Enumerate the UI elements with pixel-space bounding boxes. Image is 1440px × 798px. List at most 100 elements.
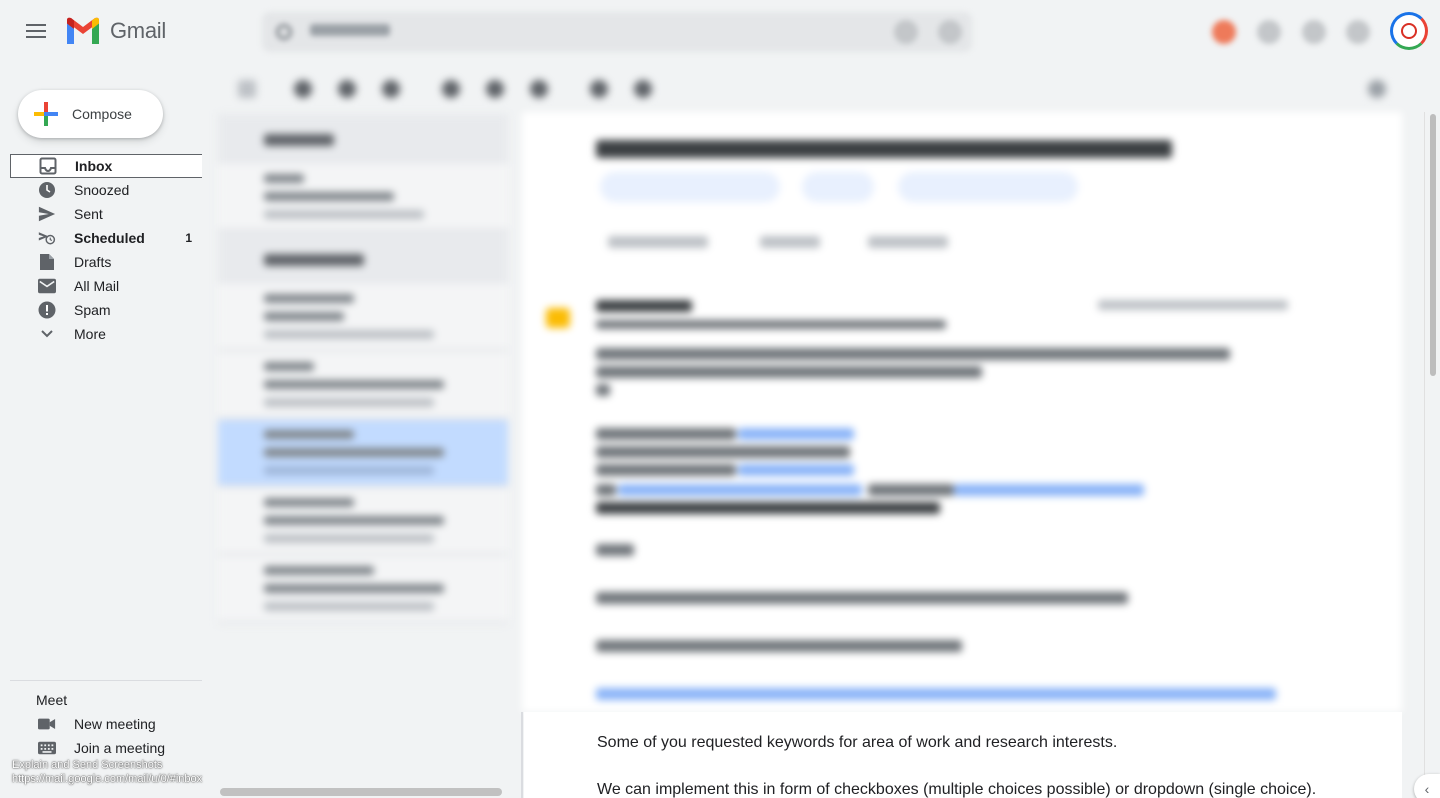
mail-toolbar	[230, 76, 1400, 100]
gmail-m-icon	[67, 17, 99, 44]
main-menu-icon[interactable]	[24, 20, 48, 44]
sidebar-item-label: Inbox	[75, 158, 113, 174]
email-body-line: We can implement this in form of checkbo…	[597, 781, 1317, 798]
avatar-icon	[1401, 23, 1417, 39]
search-input[interactable]	[262, 12, 972, 52]
inbox-icon	[39, 157, 57, 175]
email-date	[1098, 300, 1288, 310]
chevron-left-icon: ‹	[1424, 781, 1430, 797]
status-overlay: Explain and Send Screenshots https://mai…	[12, 758, 202, 786]
sender-address	[596, 320, 946, 329]
sidebar-item-label: Spam	[74, 302, 111, 318]
status-url: https://mail.google.com/mail/u/0/#inbox	[12, 773, 203, 785]
list-horizontal-scrollbar[interactable]	[220, 786, 502, 798]
join-meeting-label: Join a meeting	[74, 740, 166, 756]
top-bar: Gmail	[0, 0, 1440, 64]
snooze-icon[interactable]	[486, 80, 504, 98]
archive-icon[interactable]	[294, 80, 312, 98]
sidebar-item-spam[interactable]: Spam	[10, 298, 202, 322]
list-item[interactable]	[218, 488, 508, 554]
label-icon[interactable]	[634, 80, 652, 98]
sidebar-nav: Inbox Snoozed Sent Scheduled 1 Drafts Al…	[10, 154, 202, 346]
list-item[interactable]	[218, 352, 508, 418]
add-task-icon[interactable]	[530, 80, 548, 98]
draft-icon	[38, 253, 56, 271]
list-item[interactable]	[218, 164, 508, 230]
plus-icon	[34, 102, 58, 126]
list-item[interactable]	[218, 556, 508, 622]
reply-button[interactable]	[760, 236, 820, 248]
gmail-logo[interactable]: Gmail	[64, 16, 166, 46]
sidebar-item-snoozed[interactable]: Snoozed	[10, 178, 202, 202]
sidebar-item-label: Sent	[74, 206, 103, 222]
star-icon[interactable]	[546, 308, 570, 328]
apps-icon[interactable]	[1346, 20, 1370, 44]
meet-divider	[10, 680, 202, 681]
smart-reply-chip[interactable]	[600, 172, 780, 202]
smart-reply-chip[interactable]	[802, 172, 874, 202]
settings-icon[interactable]	[1302, 20, 1326, 44]
side-panel-toggle[interactable]: ‹	[1414, 774, 1440, 798]
input-tools-icon[interactable]	[1368, 80, 1386, 98]
list-item-selected[interactable]	[218, 420, 508, 486]
smart-reply-chip[interactable]	[898, 172, 1078, 202]
video-camera-icon	[38, 715, 56, 733]
search-options-icon[interactable]	[938, 20, 962, 44]
pane-divider	[521, 712, 523, 798]
sidebar-item-sent[interactable]: Sent	[10, 202, 202, 226]
meet-title: Meet	[36, 692, 68, 708]
blurred-header-controls	[262, 12, 1440, 52]
sender-name	[596, 300, 692, 312]
reply-all-button[interactable]	[608, 236, 708, 248]
sidebar-item-more[interactable]: More	[10, 322, 202, 346]
scrollbar-thumb[interactable]	[1430, 114, 1436, 376]
scheduled-send-icon	[38, 229, 56, 247]
compose-button[interactable]: Compose	[18, 90, 163, 138]
email-link[interactable]	[596, 688, 1276, 700]
list-item[interactable]	[218, 284, 508, 350]
forward-button[interactable]	[868, 236, 948, 248]
scheduled-count-badge: 1	[185, 231, 192, 245]
clock-icon	[38, 181, 56, 199]
message-list	[218, 114, 508, 624]
report-spam-icon[interactable]	[338, 80, 356, 98]
scrollbar-thumb[interactable]	[220, 788, 502, 796]
spam-icon	[38, 301, 56, 319]
select-all-checkbox[interactable]	[238, 80, 256, 98]
new-meeting-button[interactable]: New meeting	[10, 712, 202, 736]
send-icon	[38, 205, 56, 223]
extension-caption: Explain and Send Screenshots	[12, 759, 163, 771]
sidebar-item-drafts[interactable]: Drafts	[10, 250, 202, 274]
support-icon[interactable]	[1257, 20, 1281, 44]
sidebar-item-label: Snoozed	[74, 182, 130, 198]
email-body-visible: Some of you requested keywords for area …	[524, 712, 1402, 798]
search-icon	[276, 24, 292, 40]
sidebar-item-label: More	[74, 326, 106, 342]
status-icon[interactable]	[1212, 20, 1236, 44]
delete-icon[interactable]	[382, 80, 400, 98]
sidebar-item-label: All Mail	[74, 278, 120, 294]
section-header-starred[interactable]	[228, 128, 498, 152]
app-name: Gmail	[110, 18, 166, 43]
sidebar-item-label: Drafts	[74, 254, 112, 270]
new-meeting-label: New meeting	[74, 716, 156, 732]
account-avatar[interactable]	[1390, 12, 1428, 50]
reading-pane-scrollbar[interactable]	[1424, 112, 1440, 798]
mark-unread-icon[interactable]	[442, 80, 460, 98]
section-header-everything-else[interactable]	[228, 248, 498, 272]
email-body-line: Some of you requested keywords for area …	[597, 734, 1118, 751]
sidebar-item-all-mail[interactable]: All Mail	[10, 274, 202, 298]
sidebar-item-label: Scheduled	[74, 230, 145, 246]
move-to-icon[interactable]	[590, 80, 608, 98]
sidebar-item-inbox[interactable]: Inbox	[10, 154, 202, 178]
compose-label: Compose	[72, 106, 132, 122]
chevron-down-icon	[38, 325, 56, 343]
keyboard-icon	[38, 739, 56, 757]
join-meeting-button[interactable]: Join a meeting	[10, 736, 202, 760]
mail-icon	[38, 277, 56, 295]
search-query-redacted	[310, 24, 390, 36]
clear-search-icon[interactable]	[894, 20, 918, 44]
blurred-content-region	[202, 64, 1402, 798]
sidebar-item-scheduled[interactable]: Scheduled 1	[10, 226, 202, 250]
reading-pane-blurred	[522, 112, 1402, 712]
